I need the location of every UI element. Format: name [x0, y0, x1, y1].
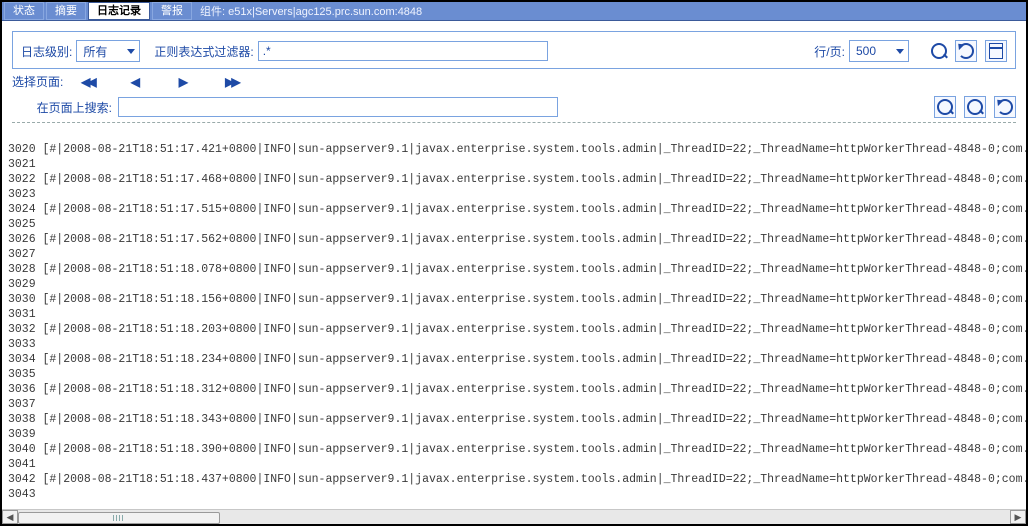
rows-per-page-label: 行/页: — [814, 43, 845, 60]
page-nav: 选择页面: ◀◀ ◀ ▶ ▶▶ — [12, 73, 1016, 90]
refresh-icon — [958, 43, 974, 59]
chevron-down-icon — [127, 49, 135, 54]
scroll-track[interactable] — [18, 511, 1010, 523]
filter-toolbar: 日志级别: 所有 正则表达式过滤器: 行/页: 500 — [12, 31, 1016, 69]
log-level-select[interactable]: 所有 — [76, 40, 140, 62]
rows-per-page-value: 500 — [856, 44, 876, 58]
last-page-button[interactable]: ▶▶ — [221, 75, 241, 89]
tab-bar: 状态 摘要 日志记录 警报 组件: e51x|Servers|agc125.pr… — [2, 2, 1026, 21]
find-copy-button[interactable] — [964, 96, 986, 118]
log-content[interactable]: 3020 [#|2008-08-21T18:51:17.421+0800|INF… — [2, 140, 1026, 504]
regex-input[interactable] — [258, 41, 548, 61]
log-viewport: 3020 [#|2008-08-21T18:51:17.421+0800|INF… — [2, 140, 1026, 510]
horizontal-scrollbar[interactable]: ◀ ▶ — [2, 509, 1026, 524]
tab-alerts[interactable]: 警报 — [152, 2, 192, 20]
view-button[interactable] — [985, 40, 1007, 62]
breadcrumb: 组件: e51x|Servers|agc125.prc.sun.com:4848 — [200, 3, 422, 19]
prev-page-button[interactable]: ◀ — [125, 75, 145, 89]
rows-per-page-select[interactable]: 500 — [849, 40, 909, 62]
log-level-value: 所有 — [83, 43, 107, 60]
chevron-down-icon — [896, 49, 904, 54]
page-nav-label: 选择页面: — [12, 73, 63, 90]
tab-log[interactable]: 日志记录 — [88, 2, 150, 20]
log-level-label: 日志级别: — [21, 43, 72, 60]
search-stack-icon — [967, 99, 983, 115]
scroll-thumb[interactable] — [18, 512, 220, 524]
tab-summary[interactable]: 摘要 — [46, 2, 86, 20]
refresh-icon — [997, 99, 1013, 115]
separator — [12, 122, 1016, 123]
document-icon — [989, 43, 1003, 59]
scroll-left-button[interactable]: ◀ — [2, 510, 18, 524]
search-icon — [937, 99, 953, 115]
page-search-row: 在页面上搜索: — [12, 96, 1016, 118]
first-page-button[interactable]: ◀◀ — [77, 75, 97, 89]
refresh-button[interactable] — [955, 40, 977, 62]
search-icon[interactable] — [931, 43, 947, 59]
refresh-page-button[interactable] — [994, 96, 1016, 118]
next-page-button[interactable]: ▶ — [173, 75, 193, 89]
page-search-label: 在页面上搜索: — [12, 99, 112, 116]
page-search-input[interactable] — [118, 97, 558, 117]
scroll-right-button[interactable]: ▶ — [1010, 510, 1026, 524]
regex-label: 正则表达式过滤器: — [154, 43, 253, 60]
tab-status[interactable]: 状态 — [4, 2, 44, 20]
find-button[interactable] — [934, 96, 956, 118]
